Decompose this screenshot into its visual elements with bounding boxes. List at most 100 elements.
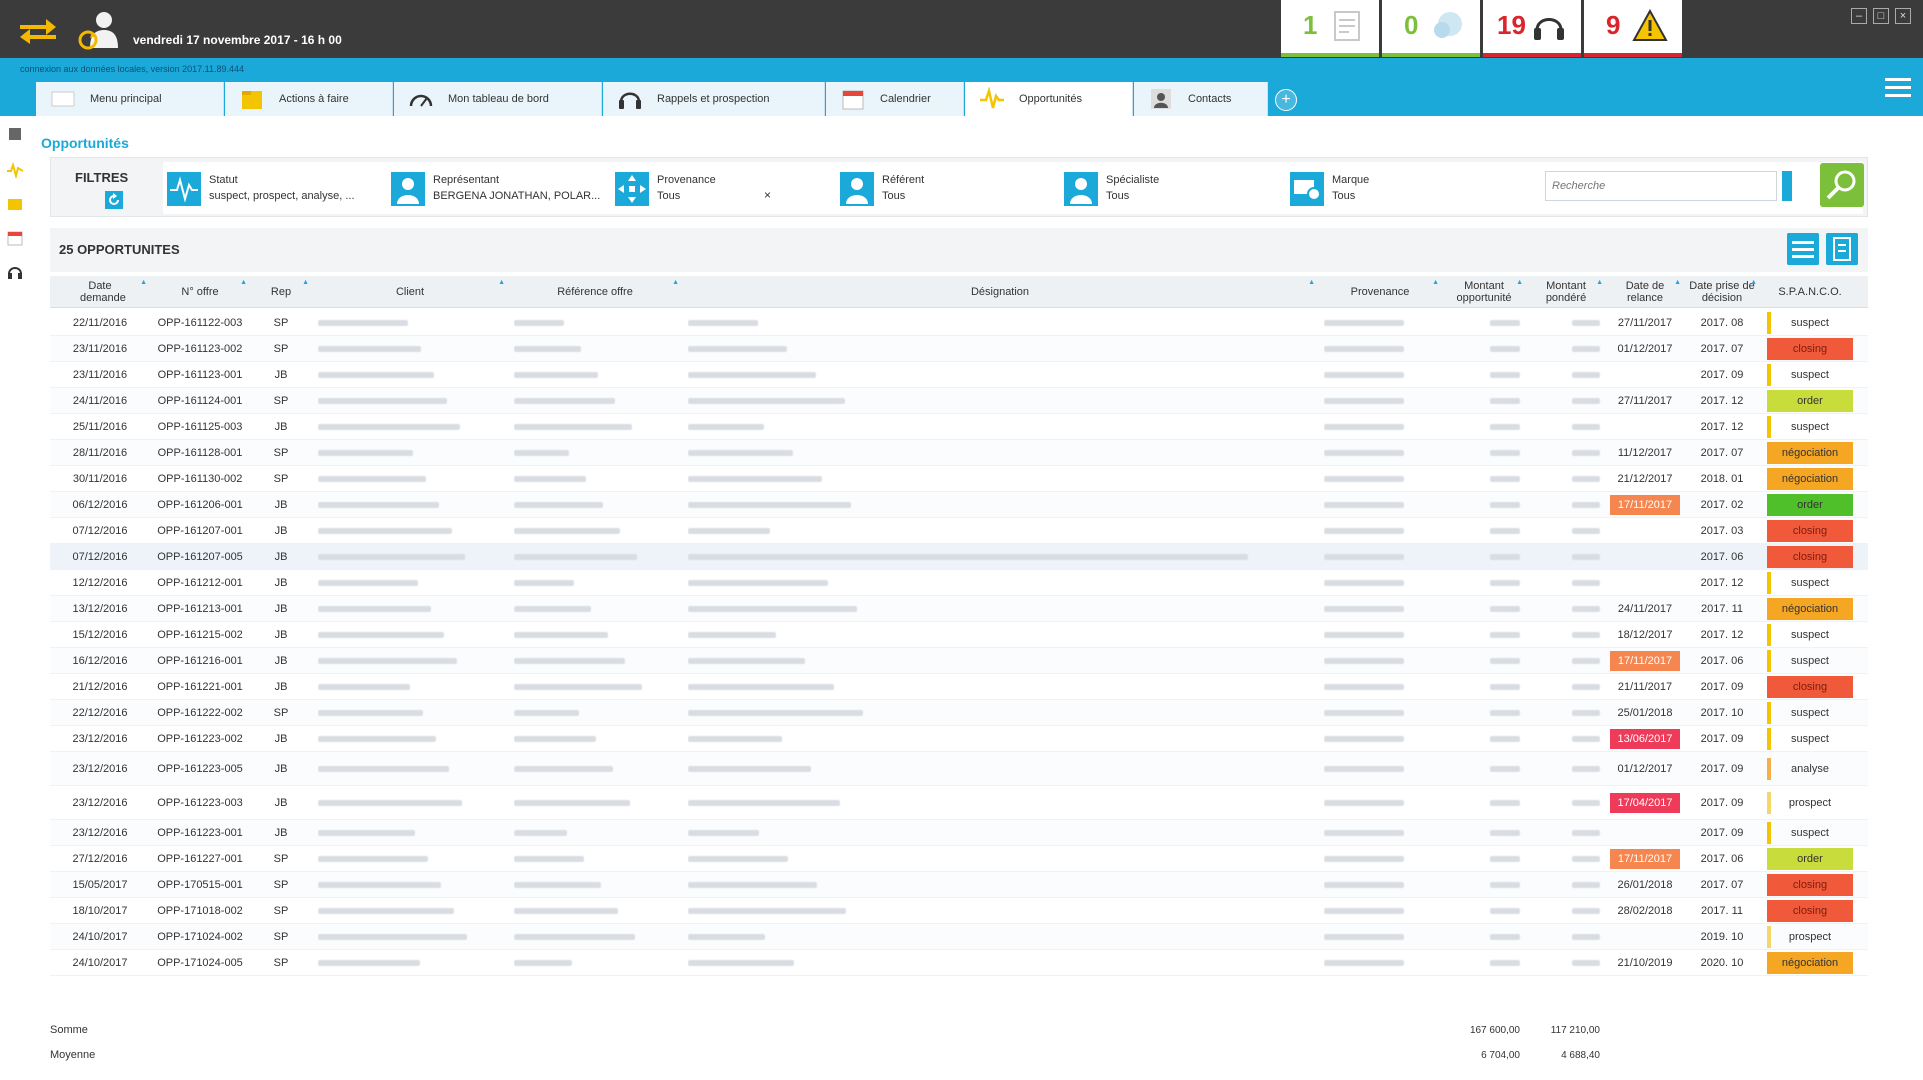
cell-date-demande: 23/12/2016 <box>72 826 128 839</box>
maximize-icon[interactable]: □ <box>1873 8 1889 24</box>
cell-spanco: order <box>1760 492 1860 517</box>
redacted-text <box>1490 345 1520 352</box>
tab-rappels-prospection[interactable]: Rappels et prospection <box>603 82 825 116</box>
redacted-text <box>514 397 615 404</box>
col-n-offre[interactable]: N° offre ▲ <box>150 276 250 308</box>
table-row[interactable]: 23/12/2016 OPP-161223-001 JB 2017. 09 suspec… <box>50 820 1868 846</box>
cell-date-decision: 2017. 12 <box>1700 628 1744 641</box>
table-row[interactable]: 23/11/2016 OPP-161123-001 JB 2017. 09 suspec… <box>50 362 1868 388</box>
sort-icon: ▲ <box>1750 279 1757 286</box>
sidebar-home-icon[interactable] <box>7 126 23 142</box>
table-row[interactable]: 21/12/2016 OPP-161221-001 JB 21/11/2017 2017… <box>50 674 1868 700</box>
sidebar-pulse-icon[interactable] <box>7 162 23 178</box>
minimize-icon[interactable]: – <box>1851 8 1867 24</box>
table-row[interactable]: 16/12/2016 OPP-161216-001 JB 17/11/2017 2017… <box>50 648 1868 674</box>
relance-date: 13/06/2017 <box>1610 728 1680 749</box>
main-menu-icon[interactable] <box>1880 70 1916 106</box>
table-row[interactable]: 22/11/2016 OPP-161122-003 SP 27/11/2017 2017… <box>50 310 1868 336</box>
user-sync-icon[interactable] <box>76 10 124 50</box>
average-label: Moyenne <box>50 1049 96 1061</box>
col-spanco[interactable]: S.P.A.N.C.O. <box>1760 276 1860 308</box>
tab-calendrier[interactable]: Calendrier <box>826 82 964 116</box>
list-view-icon[interactable] <box>1787 233 1819 265</box>
tab-contacts[interactable]: Contacts <box>1134 82 1268 116</box>
status-marker <box>1767 757 1771 780</box>
table-row[interactable]: 15/12/2016 OPP-161215-002 JB 18/12/2017 2017… <box>50 622 1868 648</box>
cell-montant-opportunite <box>1442 846 1526 871</box>
swap-arrows-icon[interactable] <box>18 16 58 44</box>
cell-reference-offre <box>514 388 674 413</box>
news-counter[interactable]: 1 <box>1281 0 1379 57</box>
col-client[interactable]: Client ▲ <box>312 276 508 308</box>
redacted-text <box>1324 345 1404 352</box>
redacted-text <box>1572 657 1600 664</box>
table-row[interactable]: 27/12/2016 OPP-161227-001 SP 17/11/2017 2017… <box>50 846 1868 872</box>
cell-rep: JB <box>274 654 288 667</box>
col-date-decision[interactable]: Date prise de décision ▲ <box>1684 276 1760 308</box>
table-row[interactable]: 12/12/2016 OPP-161212-001 JB 2017. 12 suspec… <box>50 570 1868 596</box>
redacted-text <box>514 449 569 456</box>
cell-reference-offre <box>514 310 674 335</box>
filter-representant[interactable]: Représentant BERGENA JONATHAN, POLAR... <box>391 172 611 208</box>
sidebar-folder-icon[interactable] <box>7 196 23 212</box>
cell-rep: JB <box>274 628 288 641</box>
close-icon[interactable]: × <box>1895 8 1911 24</box>
sidebar-headset-icon[interactable] <box>7 264 23 280</box>
cell-designation <box>688 622 1308 647</box>
chat-counter[interactable]: 0 <box>1382 0 1480 57</box>
table-row[interactable]: 24/11/2016 OPP-161124-001 SP 27/11/2017 2017… <box>50 388 1868 414</box>
cell-date-relance: 28/02/2018 <box>1606 898 1684 923</box>
tab-tableau-de-bord[interactable]: Mon tableau de bord <box>394 82 602 116</box>
filter-provenance[interactable]: Provenance Tous <box>615 172 815 208</box>
tab-actions-a-faire[interactable]: Actions à faire <box>225 82 393 116</box>
col-designation[interactable]: Désignation ▲ <box>682 276 1318 308</box>
filter-referent[interactable]: Référent Tous <box>840 172 1040 208</box>
col-rep[interactable]: Rep ▲ <box>250 276 312 308</box>
table-row[interactable]: 24/10/2017 OPP-171024-005 SP 21/10/2019 2020… <box>50 950 1868 976</box>
table-row[interactable]: 18/10/2017 OPP-171018-002 SP 28/02/2018 2017… <box>50 898 1868 924</box>
table-row[interactable]: 13/12/2016 OPP-161213-001 JB 24/11/2017 2017… <box>50 596 1868 622</box>
col-date-demande[interactable]: Date demande ▲ <box>50 276 150 308</box>
table-row[interactable]: 25/11/2016 OPP-161125-003 JB 2017. 12 suspec… <box>50 414 1868 440</box>
col-reference-offre[interactable]: Référence offre ▲ <box>508 276 682 308</box>
table-row[interactable]: 23/11/2016 OPP-161123-002 SP 01/12/2017 2017… <box>50 336 1868 362</box>
filter-label: Spécialiste <box>1106 174 1160 186</box>
table-row[interactable]: 23/12/2016 OPP-161223-005 JB 01/12/2017 2017… <box>50 752 1868 786</box>
cell-spanco: négociation <box>1760 950 1860 975</box>
redacted-text <box>688 959 794 966</box>
table-row[interactable]: 07/12/2016 OPP-161207-005 JB 2017. 06 closin… <box>50 544 1868 570</box>
col-montant-opportunite[interactable]: Montant opportunité ▲ <box>1442 276 1526 308</box>
table-row[interactable]: 06/12/2016 OPP-161206-001 JB 17/11/2017 2017… <box>50 492 1868 518</box>
calls-counter[interactable]: 19 <box>1483 0 1581 57</box>
table-row[interactable]: 24/10/2017 OPP-171024-002 SP 2019. 10 prospe… <box>50 924 1868 950</box>
cell-date-decision: 2017. 07 <box>1700 446 1744 459</box>
table-row[interactable]: 15/05/2017 OPP-170515-001 SP 26/01/2018 2017… <box>50 872 1868 898</box>
table-row[interactable]: 30/11/2016 OPP-161130-002 SP 21/12/2017 2018… <box>50 466 1868 492</box>
table-row[interactable]: 28/11/2016 OPP-161128-001 SP 11/12/2017 2017… <box>50 440 1868 466</box>
alerts-counter[interactable]: 9 <box>1584 0 1682 57</box>
table-row[interactable]: 23/12/2016 OPP-161223-003 JB 17/04/2017 2017… <box>50 786 1868 820</box>
export-icon[interactable] <box>1826 233 1858 265</box>
search-input[interactable] <box>1545 171 1777 201</box>
filter-marque[interactable]: Marque Tous <box>1290 172 1490 208</box>
cell-montant-opportunite <box>1442 820 1526 845</box>
filter-specialiste[interactable]: Spécialiste Tous <box>1064 172 1264 208</box>
search-arrow-icon[interactable] <box>1782 171 1792 201</box>
avg-montant-pondere: 4 688,40 <box>1561 1050 1600 1061</box>
search-button[interactable] <box>1820 163 1864 207</box>
col-montant-pondere[interactable]: Montant pondéré ▲ <box>1526 276 1606 308</box>
cell-client <box>318 726 498 751</box>
cell-rep: JB <box>274 680 288 693</box>
tab-opportunites[interactable]: Opportunités <box>965 82 1133 116</box>
sidebar-calendar-icon[interactable] <box>7 230 23 246</box>
tab-menu-principal[interactable]: Menu principal <box>36 82 224 116</box>
table-row[interactable]: 23/12/2016 OPP-161223-002 JB 13/06/2017 2017… <box>50 726 1868 752</box>
add-tab-button[interactable]: + <box>1275 89 1297 111</box>
table-row[interactable]: 22/12/2016 OPP-161222-002 SP 25/01/2018 2017… <box>50 700 1868 726</box>
table-row[interactable]: 07/12/2016 OPP-161207-001 JB 2017. 03 closin… <box>50 518 1868 544</box>
col-date-relance[interactable]: Date de relance ▲ <box>1606 276 1684 308</box>
col-provenance[interactable]: Provenance ▲ <box>1318 276 1442 308</box>
refresh-filters-icon[interactable] <box>105 191 123 209</box>
cell-date-decision: 2017. 09 <box>1700 762 1744 775</box>
filter-statut[interactable]: Statut suspect, prospect, analyse, ... <box>167 172 387 208</box>
